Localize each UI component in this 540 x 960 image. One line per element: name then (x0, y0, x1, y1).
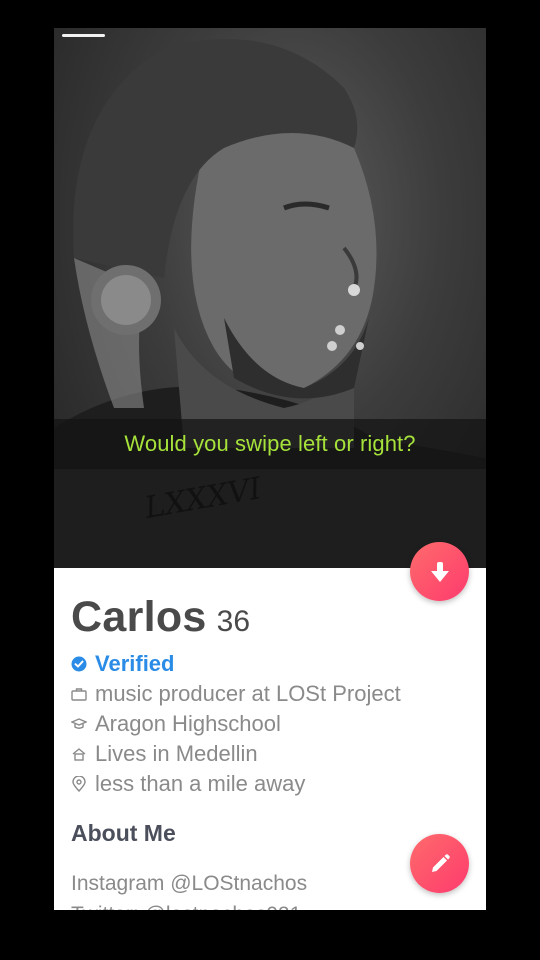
caption-band: Would you swipe left or right? (54, 419, 486, 469)
lives-text: Lives in Medellin (95, 741, 258, 766)
home-icon (71, 746, 87, 762)
verified-label: Verified (95, 651, 175, 676)
school-text: Aragon Highschool (95, 711, 281, 736)
bio-line-1: Instagram @LOStnachos (71, 872, 308, 895)
name-row: Carlos 36 (71, 593, 469, 645)
profile-name: Carlos (71, 593, 207, 641)
arrow-down-icon (430, 561, 449, 582)
verified-row: Verified (71, 649, 469, 679)
check-badge-icon (71, 656, 87, 672)
location-pin-icon (71, 776, 87, 792)
briefcase-icon (71, 686, 87, 702)
distance-text: less than a mile away (95, 771, 306, 796)
job-row: music producer at LOSt Project (71, 679, 469, 709)
profile-photo[interactable]: LXXXVI (54, 28, 486, 568)
school-row: Aragon Highschool (71, 709, 469, 739)
about-heading: About Me (71, 820, 176, 846)
profile-age: 36 (216, 605, 251, 638)
job-text: music producer at LOSt Project (95, 681, 401, 706)
distance-row: less than a mile away (71, 769, 469, 799)
pencil-icon (431, 853, 450, 872)
edit-profile-button[interactable] (410, 834, 469, 893)
profile-photo-illustration: LXXXVI (54, 39, 486, 568)
bio-line-2: Twitter: @lostnachos021 (71, 901, 301, 910)
photo-progress-indicator (62, 34, 105, 37)
profile-info: Carlos 36 Verified music producer at LOS… (71, 593, 469, 799)
caption-text: Would you swipe left or right? (124, 431, 416, 456)
phone-screen: LXXXVI Would you swipe left or right? Ca… (54, 28, 486, 910)
graduation-cap-icon (71, 716, 87, 732)
lives-row: Lives in Medellin (71, 739, 469, 769)
